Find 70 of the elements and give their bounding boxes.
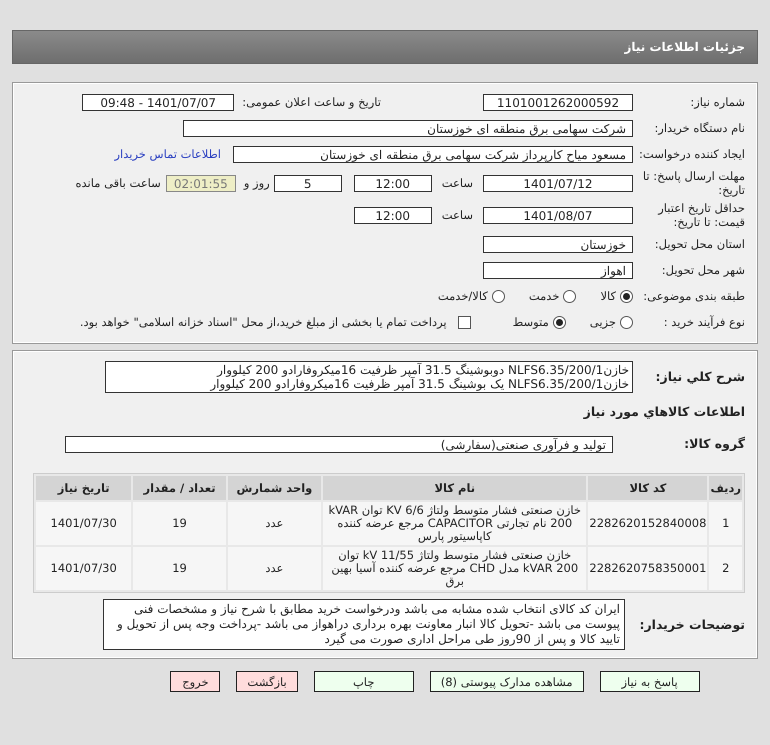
- table-cell: 2: [709, 547, 742, 590]
- validity-date-field: 1401/08/07: [483, 206, 633, 224]
- table-cell: 19: [133, 547, 226, 590]
- remaining-time-field: 02:01:55: [166, 174, 236, 192]
- checkbox[interactable]: [458, 316, 471, 328]
- action-button[interactable]: خروج: [170, 671, 220, 692]
- goods-group-field: تولید و فرآوری صنعتی(سفارشی): [65, 436, 613, 452]
- option-label: جزیی: [590, 315, 616, 329]
- table-cell: 2282620758350001: [588, 547, 708, 590]
- validity-time-field: 12:00: [354, 206, 432, 224]
- action-button[interactable]: مشاهده مدارک پیوستی (8): [430, 671, 584, 692]
- deadline-time-field: 12:00: [354, 174, 432, 192]
- column-header: تعداد / مقدار: [133, 476, 226, 500]
- action-button[interactable]: بازگشت: [236, 671, 298, 692]
- payment-option-label: پرداخت تمام یا بخشی از مبلغ خرید،از محل "اسناد خزانه اسلامی" خواهد بود.: [80, 315, 447, 329]
- field-label: طبقه بندی موضوعی:: [642, 289, 745, 303]
- field-label: استان محل تحویل:: [654, 237, 745, 251]
- buyer-contact-link[interactable]: اطلاعات تماس خریدار: [114, 147, 221, 161]
- column-header: نام کالا: [323, 476, 586, 500]
- column-header: ردیف: [709, 476, 742, 500]
- table-cell: 2282620152840008: [588, 502, 708, 545]
- field-label: روز و: [244, 176, 270, 190]
- field-label: نام دستگاه خریدار:: [653, 121, 745, 135]
- field-label: حداقل تاریخ اعتبار قیمت: تا تاریخ:: [656, 201, 745, 229]
- column-header: کد کالا: [588, 476, 708, 500]
- table-cell: 1401/07/30: [36, 547, 132, 590]
- field-label: ساعت باقی مانده: [76, 176, 161, 190]
- buyer-notes-field: ایران کد کالای انتخاب شده مشابه می باشد ودرخواست خرید مطابق با شرح نیاز و مشخصات فنی پیوست می باشد -تحویل کالا انبار معاونت بهره برداری دراهواز می باشد -پرداخت وجه پس از تحویل و تایید کالا و پس از 90روز طی مراحل اداری صورت می گیرد: [103, 599, 625, 650]
- option-label: کالا: [600, 289, 616, 303]
- action-button[interactable]: پاسخ به نیاز: [600, 671, 700, 692]
- province-field: خوزستان: [483, 236, 633, 252]
- option-label: خدمت: [528, 289, 560, 303]
- requester-field: مسعود میاح کارپرداز شرکت سهامی برق منطقه ای خوزستان: [233, 146, 633, 162]
- buyer-name-field: شرکت سهامی برق منطقه ای خوزستان: [183, 120, 633, 136]
- field-label: ساعت: [442, 176, 473, 190]
- deadline-date-field: 1401/07/12: [483, 174, 633, 192]
- table-cell: 1401/07/30: [36, 502, 132, 545]
- field-label: شهر محل تحویل:: [660, 263, 745, 277]
- radio-button[interactable]: [563, 290, 576, 302]
- days-field: 5: [274, 174, 342, 192]
- field-label: نوع فرآیند خرید :: [662, 315, 745, 329]
- option-label: متوسط: [512, 315, 549, 329]
- table-cell: عدد: [228, 547, 322, 590]
- table-cell: عدد: [228, 502, 322, 545]
- announce-date-field: 1401/07/07 - 09:48: [82, 94, 234, 110]
- radio-button[interactable]: [552, 316, 566, 328]
- action-button[interactable]: چاپ: [314, 671, 414, 692]
- radio-button[interactable]: [620, 316, 633, 328]
- field-label: توضیحات خریدار:: [638, 618, 745, 632]
- radio-button[interactable]: [620, 290, 633, 302]
- table-cell: 19: [133, 502, 226, 545]
- table-cell: خازن صنعتی فشار متوسط ولتاژ KV 6/6 توان kVAR 200 نام تجارتی CAPACITOR مرجع عرضه کننده کاپاسیتور پارس: [323, 502, 586, 545]
- option-label: کالا/خدمت: [438, 289, 488, 303]
- field-label: تاریخ و ساعت اعلان عمومی:: [242, 95, 381, 109]
- need-number-field: 1101001262000592: [483, 94, 633, 110]
- field-label: شماره نیاز:: [689, 95, 745, 109]
- table-cell: خازن صنعتی فشار متوسط ولتاژ kV 11/55 توان kVAR 200 مدل CHD مرجع عرضه کننده آسیا بهین برق: [323, 547, 586, 590]
- field-label: شرح کلي نياز:: [654, 370, 745, 384]
- table-cell: 1: [709, 502, 742, 545]
- field-label: مهلت ارسال پاسخ: تا تاریخ:: [642, 169, 745, 197]
- description-field: خازن1/NLFS6.35/200 دوبوشینگ 31.5 آمپر ظرفیت 16میکروفارادو 200 کیلووار خازن1/NLFS6.35/200 یک بوشینگ 31.5 آمپر ظرفیت 16میکروفارادو 200 کیلووار: [105, 361, 633, 393]
- column-header: تاریخ نیاز: [36, 476, 132, 500]
- city-field: اهواز: [483, 262, 633, 278]
- radio-button[interactable]: [492, 290, 505, 302]
- field-label: گروه کالا:: [683, 437, 745, 451]
- field-label: ایجاد کننده درخواست:: [638, 147, 745, 161]
- page-title: جزئیات اطلاعات نیاز: [12, 30, 758, 64]
- section-heading: اطلاعات کالاهاي مورد نياز: [584, 404, 745, 418]
- field-label: ساعت: [442, 208, 473, 222]
- column-header: واحد شمارش: [228, 476, 322, 500]
